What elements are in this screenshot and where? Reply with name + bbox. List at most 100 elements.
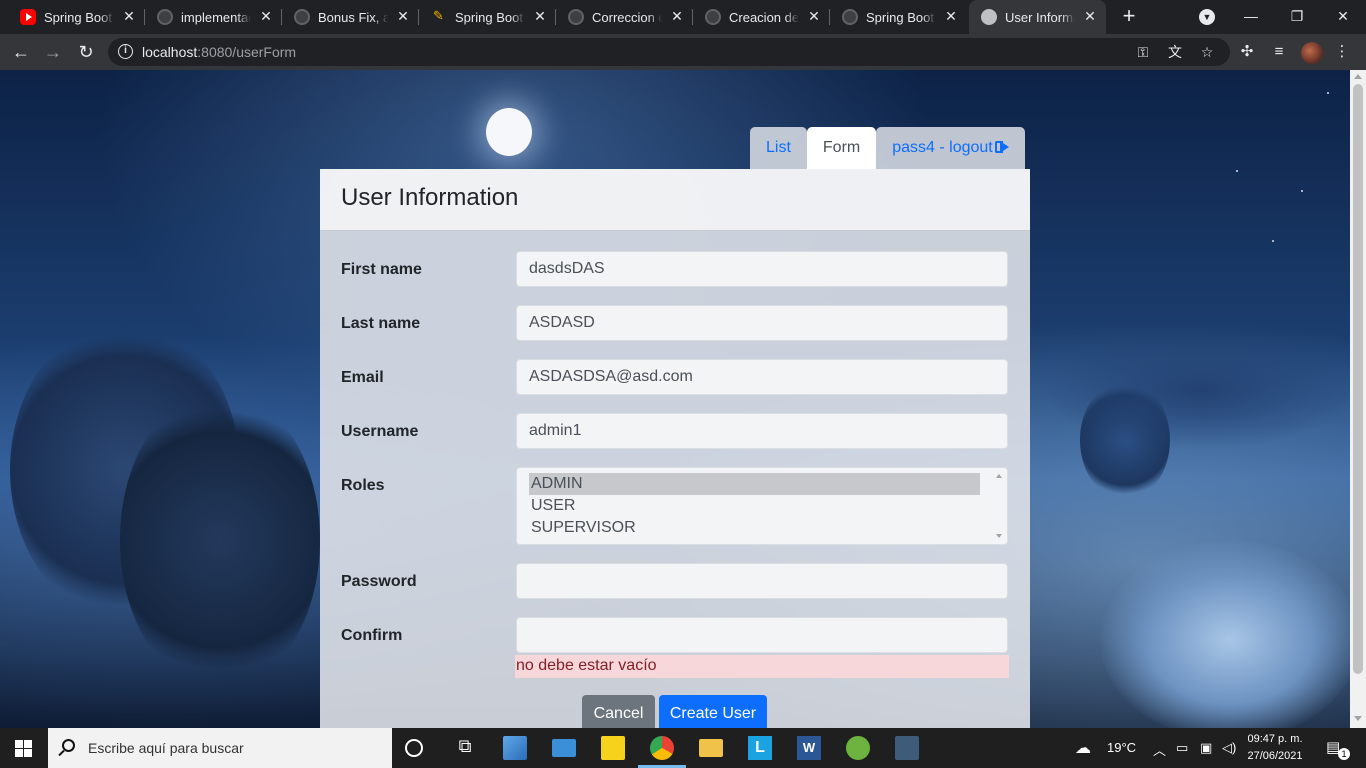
youtube-icon xyxy=(20,9,36,25)
tab-title: Correccion de xyxy=(592,10,662,25)
role-option-supervisor[interactable]: SUPERVISOR xyxy=(529,517,980,539)
browser-tab[interactable]: Bonus Fix, agr ✕ xyxy=(282,0,419,34)
file-explorer-icon[interactable] xyxy=(699,739,723,757)
scroll-down-icon[interactable] xyxy=(996,534,1002,538)
select-scrollbar[interactable] xyxy=(992,468,1007,544)
scroll-up-icon[interactable] xyxy=(996,474,1002,478)
password-field[interactable] xyxy=(516,563,1008,599)
clock-date: 27/06/2021 xyxy=(1247,750,1303,762)
mail-icon[interactable] xyxy=(552,739,576,757)
close-tab-icon[interactable]: ✕ xyxy=(943,8,959,24)
forest-background xyxy=(1040,330,1350,450)
menu-icon[interactable]: ⋮ xyxy=(1332,42,1352,62)
close-tab-icon[interactable]: ✕ xyxy=(395,8,411,24)
spring-tool-icon[interactable] xyxy=(846,736,870,760)
star-icon[interactable]: ☆ xyxy=(1198,43,1216,61)
github-icon xyxy=(842,9,858,25)
password-label: Password xyxy=(341,573,417,590)
close-tab-icon[interactable]: ✕ xyxy=(669,8,685,24)
tab-search-icon[interactable]: ▼ xyxy=(1199,9,1215,25)
scroll-down-icon[interactable] xyxy=(1354,716,1362,721)
last-name-field[interactable]: ASDASD xyxy=(516,305,1008,341)
browser-tab[interactable]: implementació ✕ xyxy=(145,0,282,34)
roles-select[interactable]: ADMIN USER SUPERVISOR xyxy=(516,467,1008,545)
browser-tab[interactable]: Spring Boot A ✕ xyxy=(830,0,967,34)
confirm-password-field[interactable] xyxy=(516,617,1008,653)
extensions-icon[interactable]: ✣ xyxy=(1237,42,1257,62)
reload-icon[interactable]: ↻ xyxy=(75,41,97,63)
create-user-button[interactable]: Create User xyxy=(659,695,767,728)
restore-icon[interactable]: ❐ xyxy=(1287,6,1307,26)
launcher-l-icon[interactable]: L xyxy=(748,736,772,760)
weather-icon[interactable]: ☁ xyxy=(1075,738,1091,758)
system-clock[interactable]: 09:47 p. m. 27/06/2021 xyxy=(1240,731,1310,765)
page-scrollbar[interactable] xyxy=(1350,70,1366,728)
scroll-up-icon[interactable] xyxy=(1354,74,1362,79)
windows-start-icon[interactable] xyxy=(15,740,32,757)
address-bar[interactable]: i localhost:8080/userForm ⚿ 文 ☆ xyxy=(108,38,1230,66)
tab-form[interactable]: Form xyxy=(806,127,877,169)
first-name-field[interactable]: dasdsDAS xyxy=(516,251,1008,287)
browser-tab[interactable]: Creacion de p ✕ xyxy=(693,0,830,34)
store-icon[interactable] xyxy=(503,736,527,760)
tree-background xyxy=(120,390,320,690)
volume-icon[interactable]: ◁) xyxy=(1222,740,1236,756)
taskbar-search[interactable]: Escribe aquí para buscar xyxy=(48,728,392,768)
star-decoration xyxy=(1272,240,1274,242)
role-option-admin[interactable]: ADMIN xyxy=(529,473,980,495)
chrome-icon[interactable] xyxy=(650,736,674,760)
username-field[interactable]: admin1 xyxy=(516,413,1008,449)
new-tab-button[interactable]: + xyxy=(1118,5,1140,27)
github-icon xyxy=(294,9,310,25)
tab-title: User Informat xyxy=(1005,10,1075,25)
email-label: Email xyxy=(341,369,384,386)
translate-icon[interactable]: 文 xyxy=(1166,43,1184,61)
task-view-icon[interactable]: ⧉ xyxy=(453,736,477,760)
battery-icon[interactable]: ▭ xyxy=(1176,740,1188,756)
github-icon xyxy=(568,9,584,25)
site-info-icon[interactable]: i xyxy=(118,44,133,59)
weather-temperature[interactable]: 19°C xyxy=(1107,740,1136,755)
tab-title: Bonus Fix, agr xyxy=(318,10,388,25)
first-name-label: First name xyxy=(341,261,422,278)
close-tab-icon[interactable]: ✕ xyxy=(1082,8,1098,24)
tab-list[interactable]: List xyxy=(750,127,807,169)
url-text[interactable]: localhost:8080/userForm xyxy=(142,44,296,60)
role-option-user[interactable]: USER xyxy=(529,495,980,517)
tab-title: Spring Boot A xyxy=(44,10,114,25)
cortana-icon[interactable] xyxy=(405,739,423,757)
github-icon xyxy=(157,9,173,25)
back-icon[interactable]: ← xyxy=(10,41,32,63)
snow-field-background xyxy=(1100,540,1350,728)
forward-icon[interactable]: → xyxy=(42,41,64,63)
tab-logout[interactable]: pass4 - logout xyxy=(876,127,1025,169)
nav-tabs: List Form pass4 - logout xyxy=(750,127,1025,169)
key-icon[interactable]: ⚿ xyxy=(1134,43,1152,61)
moon-background xyxy=(486,108,532,156)
star-decoration xyxy=(1327,92,1329,94)
cancel-button[interactable]: Cancel xyxy=(582,695,655,728)
browser-tab-active[interactable]: User Informat ✕ xyxy=(969,0,1106,34)
profile-avatar[interactable] xyxy=(1301,42,1323,64)
browser-tab[interactable]: Spring Boot A ✕ xyxy=(419,0,556,34)
media-icon[interactable]: ≡ xyxy=(1269,42,1289,62)
star-decoration xyxy=(1301,190,1303,192)
minimize-icon[interactable]: — xyxy=(1241,6,1261,26)
network-icon[interactable]: ▣ xyxy=(1200,740,1212,756)
browser-tab[interactable]: Correccion de ✕ xyxy=(556,0,693,34)
word-icon[interactable]: W xyxy=(797,736,821,760)
sticky-notes-icon[interactable] xyxy=(601,736,625,760)
email-field[interactable]: ASDASDSA@asd.com xyxy=(516,359,1008,395)
star-decoration xyxy=(1236,170,1238,172)
scroll-thumb[interactable] xyxy=(1353,84,1363,674)
mysql-workbench-icon[interactable] xyxy=(895,736,919,760)
browser-tab[interactable]: Spring Boot A ✕ xyxy=(8,0,145,34)
user-form-card: User Information First name dasdsDAS Las… xyxy=(320,169,1030,728)
close-tab-icon[interactable]: ✕ xyxy=(806,8,822,24)
close-tab-icon[interactable]: ✕ xyxy=(532,8,548,24)
show-hidden-icons-icon[interactable]: ︿ xyxy=(1153,740,1166,759)
close-window-icon[interactable]: ✕ xyxy=(1333,6,1353,26)
close-tab-icon[interactable]: ✕ xyxy=(121,8,137,24)
close-tab-icon[interactable]: ✕ xyxy=(258,8,274,24)
tab-title: Spring Boot A xyxy=(455,10,525,25)
